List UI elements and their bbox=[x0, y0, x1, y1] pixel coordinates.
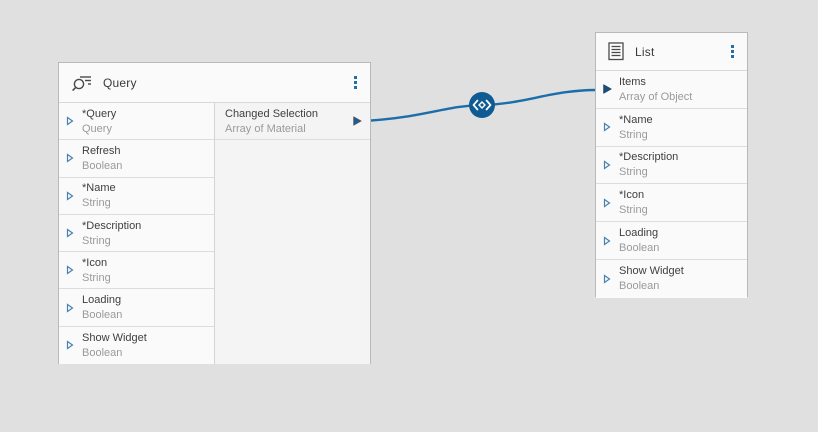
expander-triangle-icon[interactable] bbox=[603, 198, 611, 208]
port-row-query[interactable]: *Query Query bbox=[59, 103, 214, 140]
port-type: Boolean bbox=[82, 346, 147, 360]
port-row-loading[interactable]: Loading Boolean bbox=[596, 222, 747, 260]
query-output-ports: Changed Selection Array of Material bbox=[214, 103, 370, 364]
binding-transform-icon[interactable] bbox=[469, 92, 495, 118]
port-row-name[interactable]: *Name String bbox=[596, 109, 747, 147]
port-label: Show Widget bbox=[619, 264, 684, 278]
list-input-ports: Items Array of Object *Name String bbox=[596, 71, 747, 298]
port-label: Refresh bbox=[82, 144, 122, 158]
port-label: Changed Selection bbox=[225, 107, 353, 121]
port-row-icon[interactable]: *Icon String bbox=[596, 184, 747, 222]
connected-port-arrow-icon bbox=[353, 116, 362, 126]
expander-triangle-icon[interactable] bbox=[66, 153, 74, 163]
query-node-header[interactable]: Query bbox=[59, 63, 370, 103]
port-label: *Icon bbox=[619, 188, 648, 202]
port-type: String bbox=[619, 203, 648, 217]
port-row-description[interactable]: *Description String bbox=[59, 215, 214, 252]
port-type: String bbox=[82, 234, 141, 248]
port-label: Show Widget bbox=[82, 331, 147, 345]
port-row-show-widget[interactable]: Show Widget Boolean bbox=[596, 260, 747, 298]
port-row-changed-selection[interactable]: Changed Selection Array of Material bbox=[215, 103, 370, 140]
expander-triangle-icon[interactable] bbox=[603, 236, 611, 246]
expander-triangle-icon[interactable] bbox=[66, 265, 74, 275]
query-magnifier-icon bbox=[71, 73, 93, 93]
port-type: Boolean bbox=[619, 279, 684, 293]
list-icon bbox=[608, 42, 625, 61]
query-node-title: Query bbox=[103, 76, 338, 90]
port-row-refresh[interactable]: Refresh Boolean bbox=[59, 140, 214, 177]
port-type: String bbox=[82, 271, 111, 285]
port-row-show-widget[interactable]: Show Widget Boolean bbox=[59, 327, 214, 364]
port-label: Items bbox=[619, 75, 692, 89]
port-label: Loading bbox=[82, 293, 122, 307]
port-label: *Name bbox=[619, 113, 653, 127]
connected-port-arrow-icon bbox=[603, 84, 612, 94]
kebab-menu-icon[interactable] bbox=[725, 42, 739, 62]
port-type: Array of Object bbox=[619, 90, 692, 104]
list-node-header[interactable]: List bbox=[596, 33, 747, 71]
kebab-menu-icon[interactable] bbox=[348, 73, 362, 93]
port-type: Boolean bbox=[619, 241, 659, 255]
port-type: String bbox=[619, 165, 678, 179]
list-node[interactable]: List Items Array of Object bbox=[595, 32, 748, 297]
port-row-items[interactable]: Items Array of Object bbox=[596, 71, 747, 109]
port-label: *Query bbox=[82, 107, 116, 121]
expander-triangle-icon[interactable] bbox=[66, 340, 74, 350]
port-row-description[interactable]: *Description String bbox=[596, 147, 747, 185]
list-node-title: List bbox=[635, 45, 715, 59]
port-type: Array of Material bbox=[225, 122, 353, 136]
port-type: Query bbox=[82, 122, 116, 136]
port-type: Boolean bbox=[82, 159, 122, 173]
expander-triangle-icon[interactable] bbox=[66, 191, 74, 201]
expander-triangle-icon[interactable] bbox=[603, 274, 611, 284]
port-label: *Description bbox=[82, 219, 141, 233]
port-label: *Name bbox=[82, 181, 116, 195]
port-label: *Icon bbox=[82, 256, 111, 270]
expander-triangle-icon[interactable] bbox=[603, 160, 611, 170]
query-node[interactable]: Query *Query Query Re bbox=[58, 62, 371, 364]
port-row-loading[interactable]: Loading Boolean bbox=[59, 289, 214, 326]
expander-triangle-icon[interactable] bbox=[66, 116, 74, 126]
binding-canvas[interactable]: Query *Query Query Re bbox=[0, 0, 818, 432]
port-label: Loading bbox=[619, 226, 659, 240]
port-row-name[interactable]: *Name String bbox=[59, 178, 214, 215]
expander-triangle-icon[interactable] bbox=[603, 122, 611, 132]
port-label: *Description bbox=[619, 150, 678, 164]
port-type: String bbox=[619, 128, 653, 142]
query-input-ports: *Query Query Refresh Boolean * bbox=[59, 103, 214, 364]
port-type: String bbox=[82, 196, 116, 210]
port-row-icon[interactable]: *Icon String bbox=[59, 252, 214, 289]
port-type: Boolean bbox=[82, 308, 122, 322]
expander-triangle-icon[interactable] bbox=[66, 303, 74, 313]
expander-triangle-icon[interactable] bbox=[66, 228, 74, 238]
